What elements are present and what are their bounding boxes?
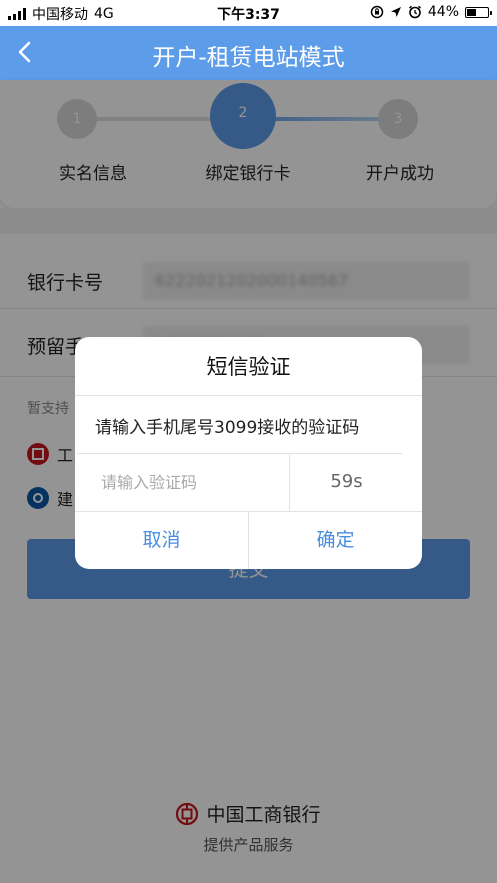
battery-level [467, 8, 476, 16]
page-title: 开户-租赁电站模式 [152, 45, 345, 71]
cancel-button[interactable]: 取消 [75, 511, 248, 569]
confirm-button[interactable]: 确定 [249, 511, 422, 569]
location-icon [390, 7, 401, 17]
dialog-divider [289, 453, 290, 511]
verification-code-input[interactable] [77, 453, 289, 511]
dialog-divider [75, 395, 422, 396]
screen-lock-icon [370, 5, 384, 19]
alarm-icon [408, 5, 421, 19]
status-bar: 中国移动 4G 下午3:37 44% [0, 0, 497, 26]
dialog-message: 请输入手机尾号3099接收的验证码 [95, 418, 360, 438]
status-right: 44% [370, 4, 492, 20]
battery-icon [465, 6, 492, 18]
dialog-title: 短信验证 [206, 355, 291, 379]
nav-bar: 开户-租赁电站模式 [0, 26, 497, 80]
sms-verify-dialog: 短信验证 请输入手机尾号3099接收的验证码 59s 取消 确定 [75, 337, 422, 569]
countdown-timer: 59s [330, 471, 363, 492]
battery-percent: 44% [427, 4, 459, 20]
